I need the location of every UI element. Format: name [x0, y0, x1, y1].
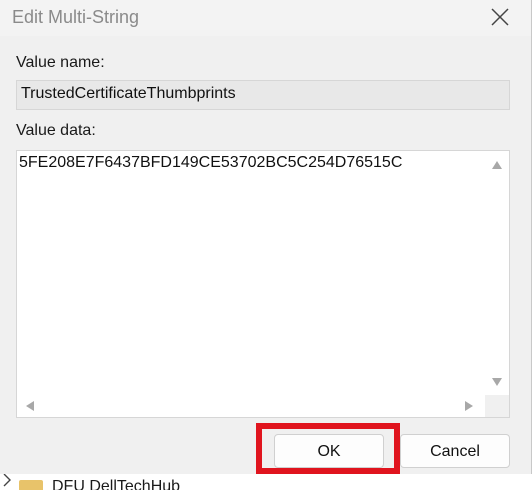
- value-name-field[interactable]: TrustedCertificateThumbprints: [16, 80, 510, 110]
- value-data-label: Value data:: [16, 122, 96, 139]
- scrollbar-corner: [485, 395, 509, 417]
- scroll-right-icon[interactable]: [465, 401, 473, 411]
- ok-button[interactable]: OK: [274, 434, 384, 468]
- chevron-right-icon[interactable]: [2, 473, 12, 487]
- cancel-button[interactable]: Cancel: [400, 434, 510, 468]
- close-button[interactable]: [480, 0, 520, 34]
- scroll-up-icon[interactable]: [492, 161, 502, 169]
- close-icon: [491, 8, 509, 26]
- tree-item-label[interactable]: DFU DellTechHub: [52, 477, 180, 490]
- value-data-textarea[interactable]: 5FE208E7F6437BFD149CE53702BC5C254D76515C: [16, 150, 510, 418]
- horizontal-scrollbar[interactable]: [17, 395, 485, 417]
- title-bar: Edit Multi-String: [0, 0, 531, 36]
- folder-icon: [19, 480, 43, 490]
- scroll-left-icon[interactable]: [26, 401, 34, 411]
- scroll-down-icon[interactable]: [492, 378, 502, 386]
- value-data-text[interactable]: 5FE208E7F6437BFD149CE53702BC5C254D76515C: [19, 153, 402, 173]
- dialog-title: Edit Multi-String: [12, 7, 140, 27]
- value-name-label: Value name:: [16, 54, 105, 71]
- screen: DFU DellTechHub Edit Multi-String Value …: [0, 0, 532, 490]
- edit-multi-string-dialog: Edit Multi-String Value name: TrustedCer…: [0, 0, 532, 474]
- vertical-scrollbar[interactable]: [485, 151, 509, 395]
